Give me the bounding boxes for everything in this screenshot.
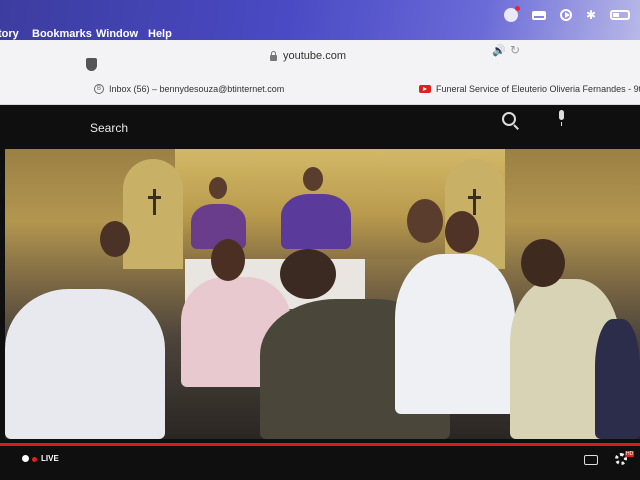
subtitles-icon[interactable] [584, 455, 598, 465]
mourner-figure [595, 319, 640, 439]
account-icon[interactable] [503, 6, 520, 22]
address-url: youtube.com [283, 50, 346, 62]
live-dot-icon [32, 457, 37, 462]
video-player[interactable] [5, 149, 640, 439]
menu-history[interactable]: tory [0, 28, 19, 40]
priest-figure [281, 194, 351, 249]
mourner-head [407, 199, 443, 243]
mourner-figure [5, 289, 165, 439]
menu-bar: tory Bookmarks Window Help ✱ [0, 0, 640, 40]
menu-bookmarks[interactable]: Bookmarks [32, 28, 92, 40]
mourner-head [100, 221, 130, 257]
youtube-page: Search LIVE HD [0, 105, 640, 480]
mourner-head [211, 239, 245, 281]
lock-icon [270, 50, 277, 61]
bed-icon[interactable] [531, 10, 546, 20]
search-input[interactable]: Search [90, 121, 128, 135]
live-badge[interactable]: LIVE [41, 454, 59, 463]
audio-playing-icon[interactable]: 🔊 [492, 44, 506, 57]
hd-badge: HD [625, 451, 635, 457]
player-controls: LIVE HD [0, 449, 640, 480]
priest-head [209, 177, 227, 199]
search-row: Search [0, 105, 640, 147]
mail-icon: B [94, 84, 104, 94]
mourner-figure [395, 254, 515, 414]
status-icons: ✱ [503, 6, 630, 22]
search-icon[interactable] [502, 112, 516, 126]
priest-head [303, 167, 323, 191]
play-circle-icon[interactable] [559, 9, 572, 21]
menu-window[interactable]: Window [96, 28, 138, 40]
cross-icon [468, 189, 481, 215]
cross-icon [148, 189, 161, 215]
mourner-head [445, 211, 479, 253]
reload-icon[interactable]: ↻ [510, 43, 520, 57]
microphone-icon[interactable] [559, 110, 564, 126]
tab-inbox[interactable]: B Inbox (56) – bennydesouza@btinternet.c… [94, 84, 284, 94]
mourner-head [280, 249, 336, 299]
youtube-icon [419, 85, 431, 93]
browser-toolbar: youtube.com 🔊 ↻ B Inbox (56) – bennydeso… [0, 40, 640, 105]
tab-youtube[interactable]: Funeral Service of Eleuterio Oliveria Fe… [419, 84, 640, 94]
tab-inbox-label: Inbox (56) – bennydesouza@btinternet.com [109, 84, 285, 94]
battery-icon[interactable] [610, 10, 630, 20]
menu-help[interactable]: Help [148, 28, 172, 40]
bluetooth-icon[interactable]: ✱ [586, 8, 596, 22]
progress-bar[interactable] [0, 443, 640, 446]
mourner-head [521, 239, 565, 287]
privacy-shield-icon[interactable] [86, 58, 97, 71]
tab-youtube-label: Funeral Service of Eleuterio Oliveria Fe… [436, 84, 640, 94]
address-bar[interactable]: youtube.com [270, 50, 346, 62]
scrubber-handle[interactable] [22, 455, 29, 462]
